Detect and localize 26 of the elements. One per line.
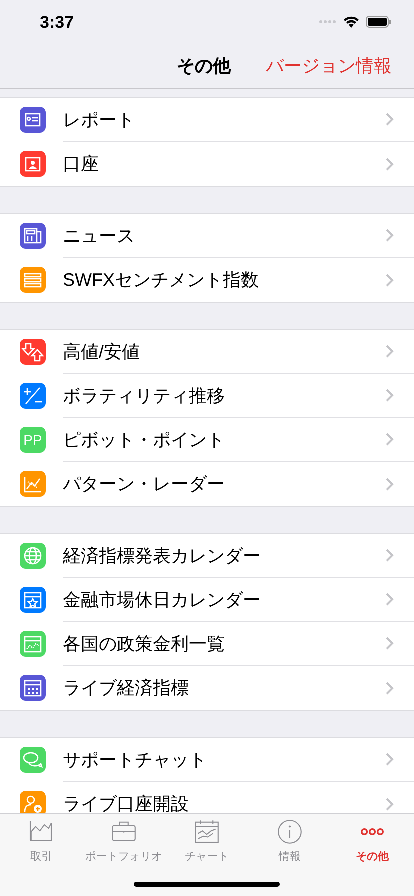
tab[interactable]: その他 (331, 814, 414, 864)
chart-calendar-icon (192, 818, 221, 846)
chevron-icon (386, 345, 394, 358)
chevron-icon (386, 158, 394, 170)
info-icon (276, 818, 304, 846)
chevron-icon (386, 549, 394, 562)
menu-item[interactable]: ピボット・ポイント (63, 430, 386, 450)
chevron-icon (386, 798, 394, 810)
nav-title: その他 (177, 55, 231, 78)
chevron-icon (386, 229, 394, 242)
chevron-icon (386, 433, 394, 446)
more-icon (361, 828, 384, 836)
version-info-link[interactable]: バージョン情報 (266, 54, 392, 78)
chevron-icon (386, 753, 394, 766)
chevron-icon (386, 113, 394, 126)
chevron-icon (386, 389, 394, 402)
wifi-icon (343, 16, 360, 28)
status-time: 3:37 (40, 12, 76, 33)
chevron-icon (386, 682, 394, 694)
chevron-icon (386, 637, 394, 650)
battery-icon (366, 16, 392, 28)
chevron-icon (386, 593, 394, 606)
pp-icon: PP (20, 427, 46, 453)
chevron-icon (386, 478, 394, 490)
chevron-icon (386, 274, 394, 286)
signal-icon (319, 20, 337, 24)
